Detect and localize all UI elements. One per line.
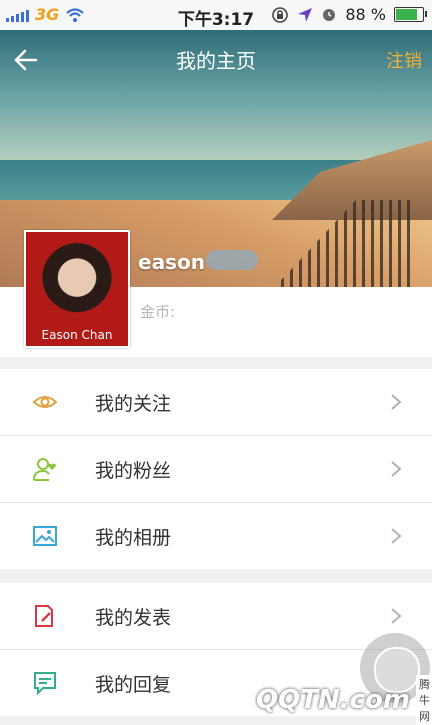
watermark-sub: 腾牛网: [415, 675, 432, 725]
chevron-right-icon: [391, 528, 402, 544]
eye-icon: [32, 396, 58, 408]
menu-item-label: 我的粉丝: [95, 460, 172, 482]
battery-icon: [394, 7, 427, 22]
watermark: QQTN.com 腾牛网: [250, 675, 432, 725]
chat-icon: [34, 672, 56, 696]
menu-item-label: 我的发表: [95, 607, 172, 629]
battery-fill: [396, 9, 417, 20]
menu-group-1: 我的关注 我的粉丝 我的相册: [0, 369, 432, 569]
top-nav-bar: 我的主页 注销: [0, 30, 432, 90]
username: eason: [138, 250, 205, 274]
chevron-right-icon: [391, 394, 402, 410]
battery-percent: 88 %: [345, 5, 386, 24]
coins-label: 金币:: [140, 303, 176, 321]
alarm-icon: [323, 8, 336, 21]
location-arrow-icon: [298, 7, 313, 22]
logout-button[interactable]: 注销: [386, 47, 422, 73]
edit-document-icon: [35, 605, 53, 627]
menu-item-posts[interactable]: 我的发表: [0, 583, 432, 650]
rotation-lock-icon: [272, 6, 289, 23]
watermark-text: QQTN.com: [256, 685, 410, 715]
level-badge: [206, 250, 258, 270]
menu-item-label: 我的相册: [95, 527, 172, 549]
avatar-caption: Eason Chan: [41, 328, 113, 342]
menu-item-fans[interactable]: 我的粉丝: [0, 436, 432, 503]
menu-item-label: 我的关注: [95, 393, 172, 415]
image-icon: [33, 526, 57, 546]
menu-item-following[interactable]: 我的关注: [0, 369, 432, 436]
menu-item-label: 我的回复: [95, 674, 172, 696]
status-bar: 3G 下午3:17 88 %: [0, 0, 432, 30]
menu-item-album[interactable]: 我的相册: [0, 503, 432, 569]
page-title: 我的主页: [176, 49, 256, 73]
chevron-right-icon: [391, 608, 402, 624]
status-right: 88 %: [271, 5, 427, 24]
avatar[interactable]: Eason Chan: [24, 230, 130, 348]
user-heart-icon: [33, 458, 56, 481]
chevron-right-icon: [391, 461, 402, 477]
